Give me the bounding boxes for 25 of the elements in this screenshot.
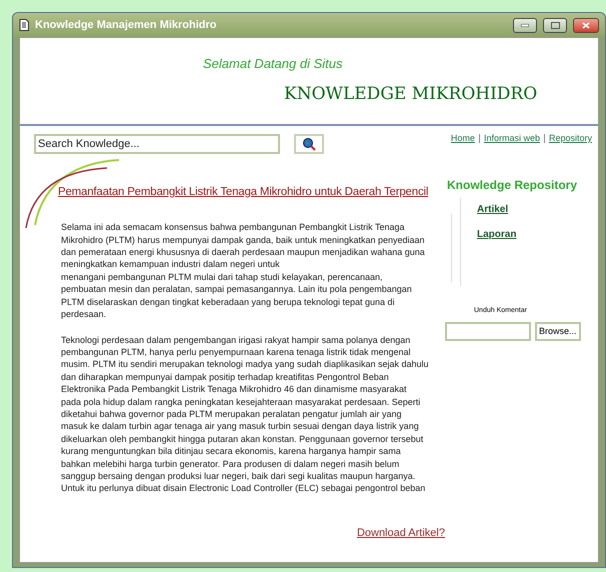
close-icon bbox=[582, 22, 590, 28]
search-button[interactable] bbox=[294, 134, 324, 154]
nav-link[interactable]: Home bbox=[450, 132, 475, 146]
search-field[interactable]: Search Knowledge... bbox=[34, 134, 280, 154]
close-button[interactable] bbox=[573, 18, 599, 32]
nav-link[interactable]: Informasi web bbox=[484, 132, 540, 146]
document-icon bbox=[19, 19, 29, 31]
article-paragraph: Selama ini ada semacam konsensus bahwa pembangunan Pembangkit Listrik Tenaga Mikrohidro (PLTM) harus mempunyai dampak ganda, baik untuk meningkatkan penyediaan dan pemerataan energi khususnya di daerah perdesaan maupun menjadikan wahana guna meningkatkan kemampuan industri dalam negeri untuk menangani pembangunan PLTM mulai dari tahap studi kelayakan, perencanaan, pembuatan mesin dan peralatan, sampai pemasangannya. Lain itu pola pengembangan PLTM diselaraskan dengan tingkat keberadaan yang berupa teknologi tepat guna di perdesaan. bbox=[61, 221, 426, 320]
nav-link[interactable]: Repository bbox=[548, 132, 592, 146]
greeting-text: Selamat Datang di Situs bbox=[203, 55, 344, 73]
maximize-button[interactable] bbox=[543, 18, 567, 32]
article-title-link[interactable]: Pemanfaatan Pembangkit Listrik Tenaga Mikrohidro untuk Daerah Terpencil bbox=[58, 184, 445, 202]
browse-button[interactable]: Browse... bbox=[535, 322, 581, 341]
category-link[interactable]: Laporan bbox=[477, 226, 516, 242]
site-title: KNOWLEDGE MIKROHIDRO bbox=[284, 82, 538, 106]
download-link[interactable]: Download Artikel? bbox=[356, 524, 445, 542]
minimize-icon bbox=[521, 24, 529, 26]
search-icon bbox=[302, 137, 316, 151]
article-paragraph: Teknologi perdesaan dalam pengembangan irigasi rakyat hampir sama polanya dengan pembangunan PLTM, hanya perlu penyempurnaan karena tenaga listrik tidak mengenal musim. PLTM itu sendiri merupakan teknologi madya yang sudah diaplikasikan sejak dahulu dan diharapkan mempunyai dampak positip terhadap kreatifitas Pengontrol Beban Elektronika Pada Pembangkit Listrik Tenaga Mikrohidro 46 dan dinamisme masyarakat pada pola hidup dalam rangka peningkatan kesejahteraan masyarakat perdesaan. Seperti diketahui bahwa governor pada PLTM merupakan peralatan pengatur jumlah air yang masuk ke dalam turbin agar tenaga air yang masuk turbin sesuai dengan daya listrik yang dikeluarkan oleh pembangkit hingga putaran akan konstan. Penggunaan governor tersebut kurang menguntungkan bila ditinjau secara ekonomis, karena harganya hampir sama bahkan melebihi harga turbin generator. Para produsen di dalam negeri masih belum sanggup bersaing dengan produksi luar negeri, baik dari segi kualitas maupun harganya. Untuk itu perlunya dibuat disain Electronic Load Controller (ELC) sebagai pengontrol beban bbox=[61, 334, 429, 495]
window-title: Knowledge Manajemen Mikrohidro bbox=[35, 18, 218, 33]
maximize-icon bbox=[550, 22, 560, 28]
file-path-field[interactable] bbox=[445, 322, 531, 341]
minimize-button[interactable] bbox=[513, 18, 537, 32]
category-link[interactable]: Artikel bbox=[477, 202, 516, 216]
repository-heading: Knowledge Repository bbox=[447, 176, 578, 194]
